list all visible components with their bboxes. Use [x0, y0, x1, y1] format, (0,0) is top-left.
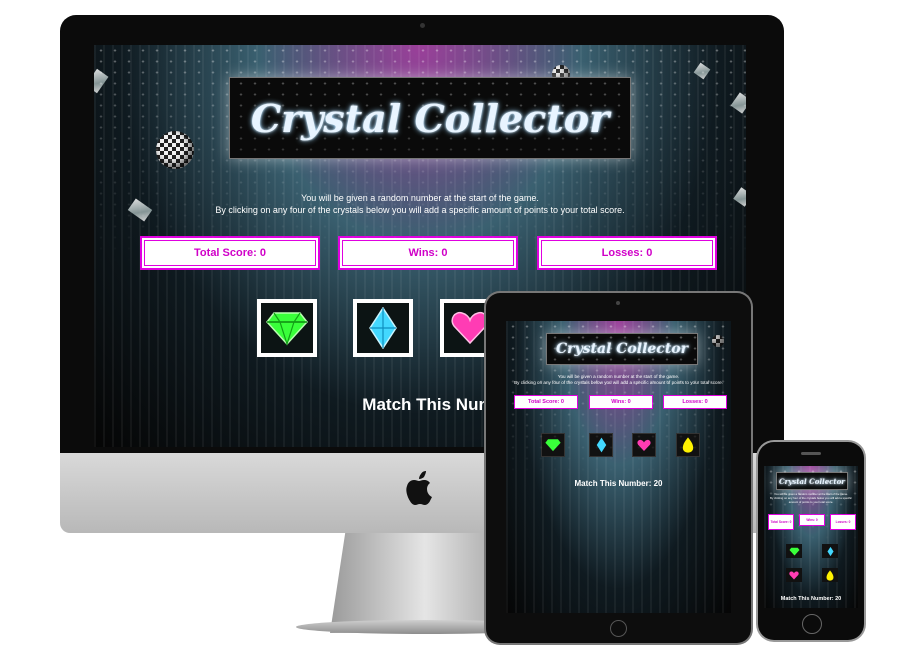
green-gem-icon [266, 312, 308, 346]
ipad-game-title: Crystal Collector [556, 341, 688, 357]
green-crystal-button[interactable] [257, 299, 317, 357]
iphone-game-title: Crystal Collector [779, 476, 845, 486]
pink-heart-gem-icon [789, 570, 799, 579]
wins-box: Wins: 0 [338, 236, 518, 270]
ipad-pink-crystal-button[interactable] [632, 433, 656, 457]
iphone-intro-line-2: By clicking on any four of the crystals … [770, 495, 852, 504]
iphone-game-intro: You will be given a random number at the… [764, 492, 858, 504]
game-logo: Crystal Collector [229, 77, 631, 159]
total-score-box: Total Score: 0 [140, 236, 320, 270]
blue-crystal-button[interactable] [353, 299, 413, 357]
intro-line-1: You will be given a random number at the… [301, 193, 539, 203]
ipad-home-button[interactable] [610, 620, 627, 637]
losses-box: Losses: 0 [537, 236, 717, 270]
diamond-icon [94, 68, 109, 94]
ipad-game-intro: You will be given a random number at the… [506, 374, 731, 386]
disco-orb-icon [156, 131, 194, 169]
iphone-pink-crystal-button[interactable] [786, 568, 802, 582]
blue-gem-icon [369, 307, 397, 349]
yellow-gem-icon [682, 437, 694, 453]
ipad-yellow-crystal-button[interactable] [676, 433, 700, 457]
blue-gem-icon [826, 546, 834, 556]
iphone-yellow-crystal-button[interactable] [822, 568, 838, 582]
iphone-screen: Crystal Collector You will be given a ra… [764, 466, 858, 608]
green-gem-icon [789, 547, 799, 555]
ipad-losses-box: Losses: 0 [663, 395, 727, 409]
ipad-match-number-label: Match This Number: 20 [574, 479, 663, 488]
green-gem-icon [545, 439, 561, 452]
ipad-blue-crystal-button[interactable] [589, 433, 613, 457]
iphone-blue-crystal-button[interactable] [822, 544, 838, 558]
game-title: Crystal Collector [250, 95, 610, 141]
ipad-screen: Crystal Collector You will be given a ra… [506, 321, 731, 613]
pink-heart-gem-icon [451, 311, 489, 345]
ipad-intro-line-2: By clicking on any four of the crystals … [514, 380, 723, 386]
iphone-total-score-box: Total Score: 0 [768, 514, 794, 530]
iphone-home-button[interactable] [802, 614, 822, 634]
ipad-wins-box: Wins: 0 [589, 395, 653, 409]
iphone-speaker [801, 452, 821, 455]
pink-heart-gem-icon [637, 439, 651, 451]
diamond-icon [693, 62, 711, 80]
iphone-wins-box: Wins: 0 [799, 514, 825, 526]
game-intro: You will be given a random number at the… [94, 192, 746, 216]
diamond-icon [730, 92, 746, 114]
ipad-total-score-box: Total Score: 0 [514, 395, 578, 409]
iphone-game-logo: Crystal Collector [776, 472, 848, 490]
disco-orb-icon [712, 335, 724, 347]
intro-line-2: By clicking on any four of the crystals … [215, 205, 625, 216]
ipad-green-crystal-button[interactable] [541, 433, 565, 457]
iphone-device: Crystal Collector You will be given a ra… [758, 442, 864, 640]
iphone-losses-box: Losses: 0 [830, 514, 856, 530]
ipad-device: Crystal Collector You will be given a ra… [486, 293, 751, 643]
apple-logo-icon [406, 471, 432, 505]
imac-camera [420, 23, 425, 28]
yellow-gem-icon [826, 569, 834, 581]
ipad-camera [616, 301, 620, 305]
blue-gem-icon [596, 437, 606, 453]
ipad-game-logo: Crystal Collector [546, 333, 698, 365]
iphone-green-crystal-button[interactable] [786, 544, 802, 558]
iphone-match-number-label: Match This Number: 20 [780, 596, 842, 602]
